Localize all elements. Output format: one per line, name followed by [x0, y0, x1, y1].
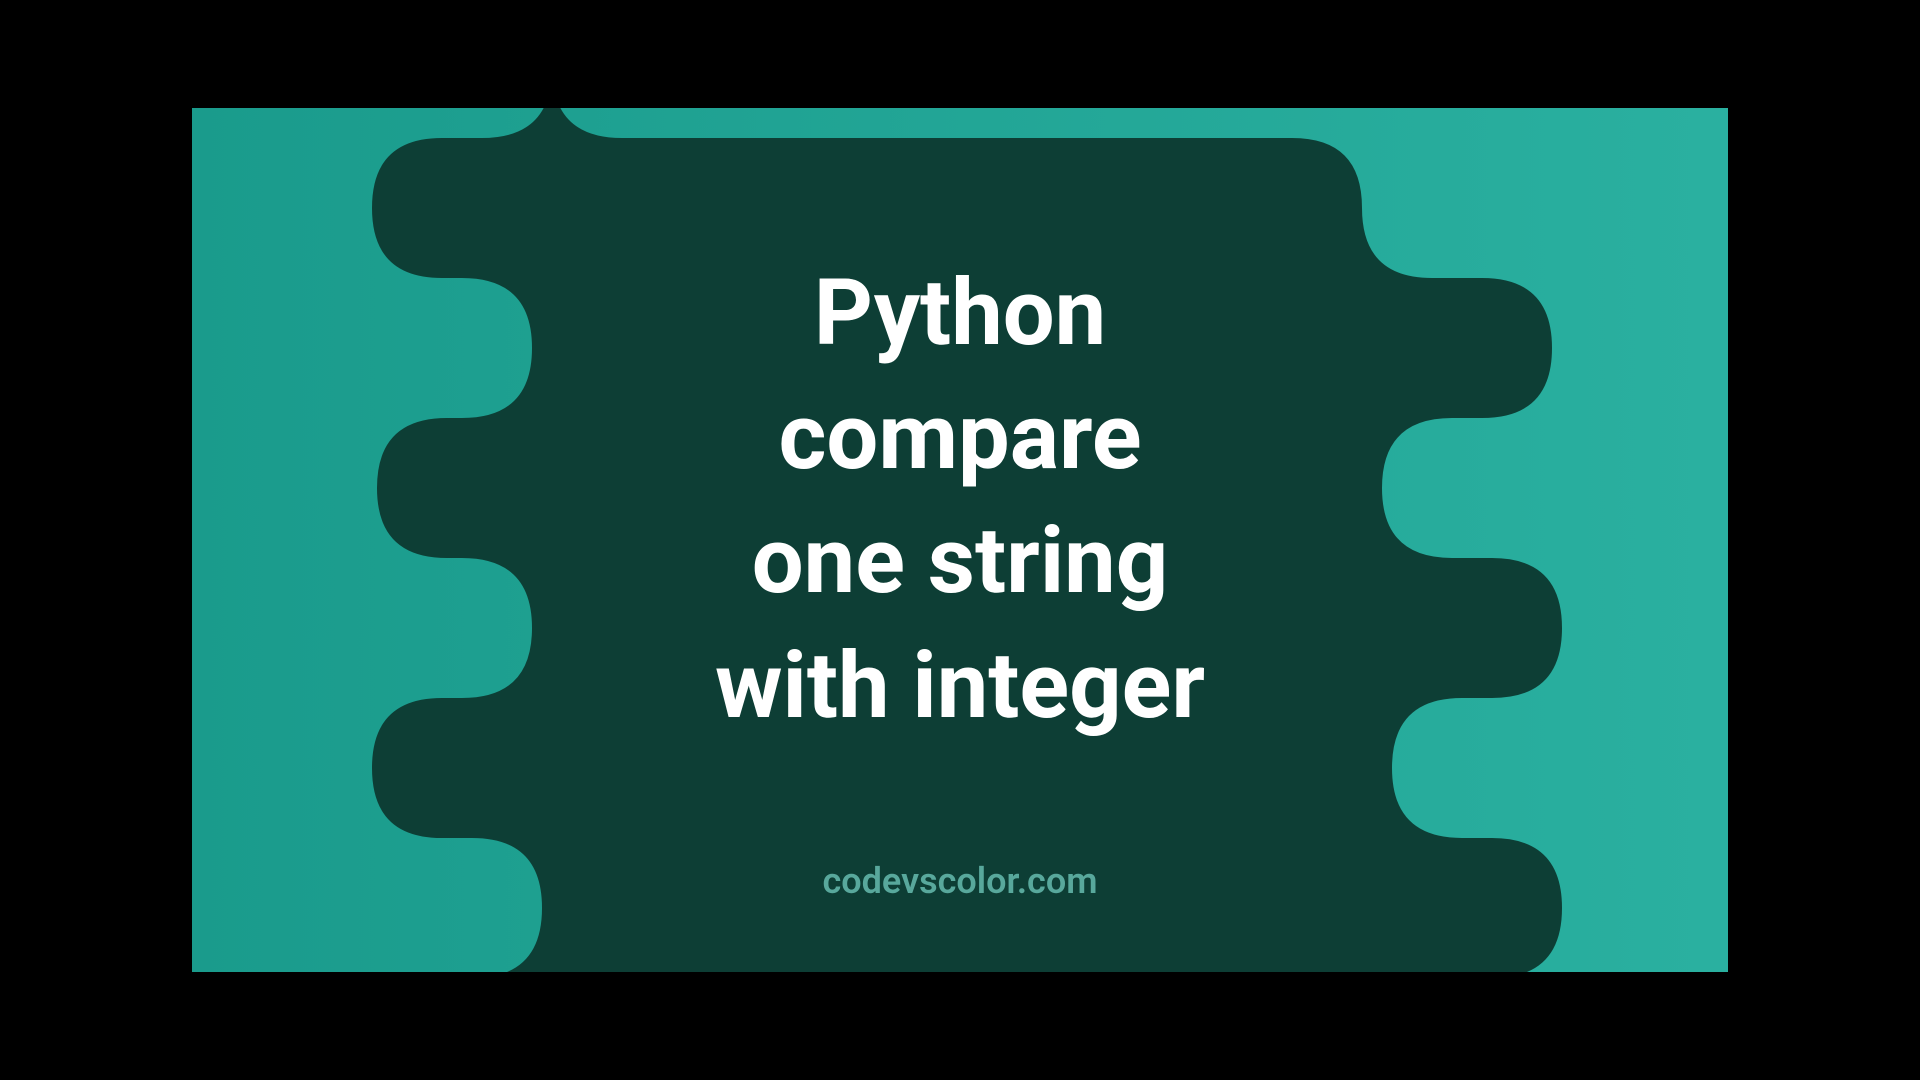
- banner-credit: codevscolor.com: [823, 860, 1098, 902]
- banner-title: Python compare one string with integer: [715, 252, 1205, 749]
- banner-card: Python compare one string with integer c…: [192, 108, 1728, 972]
